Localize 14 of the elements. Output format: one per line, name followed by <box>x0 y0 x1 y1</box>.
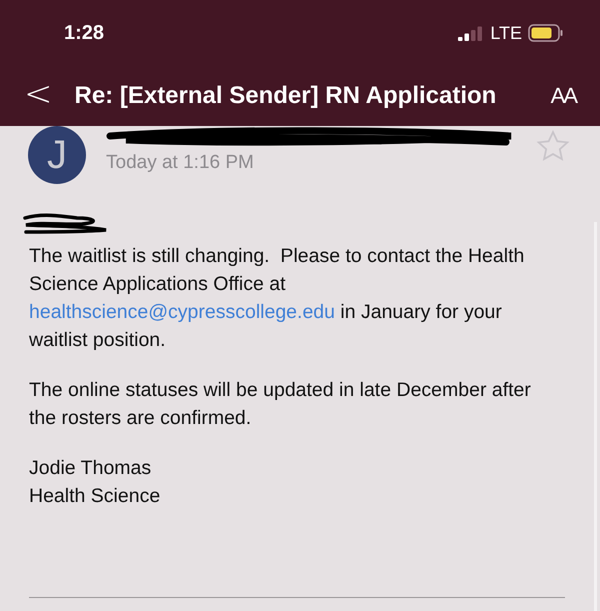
message-paragraph: The online statuses will be updated in late December after the rosters are confirmed. <box>29 378 532 431</box>
network-label: LTE <box>490 22 522 44</box>
message-paragraph: The waitlist is still changing. Please to contact the Health Science Applications Office at healthscience@cypresscollege.edu in January for your waitlist position. <box>29 244 526 353</box>
signal-icon <box>458 25 484 41</box>
signature-line: Health Science <box>29 484 162 509</box>
sent-date: Today at 1:16 PM <box>106 152 254 174</box>
sender-avatar: J <box>28 126 86 184</box>
status-time: 1:28 <box>64 22 104 44</box>
battery-icon <box>528 24 564 42</box>
back-button[interactable]: < <box>24 74 60 118</box>
text-size-button[interactable]: AA <box>550 83 576 109</box>
star-icon[interactable] <box>536 130 570 162</box>
email-subject: Re: [External Sender] RN Application <box>74 82 498 110</box>
signature-line: Jodie Thomas <box>29 456 152 481</box>
